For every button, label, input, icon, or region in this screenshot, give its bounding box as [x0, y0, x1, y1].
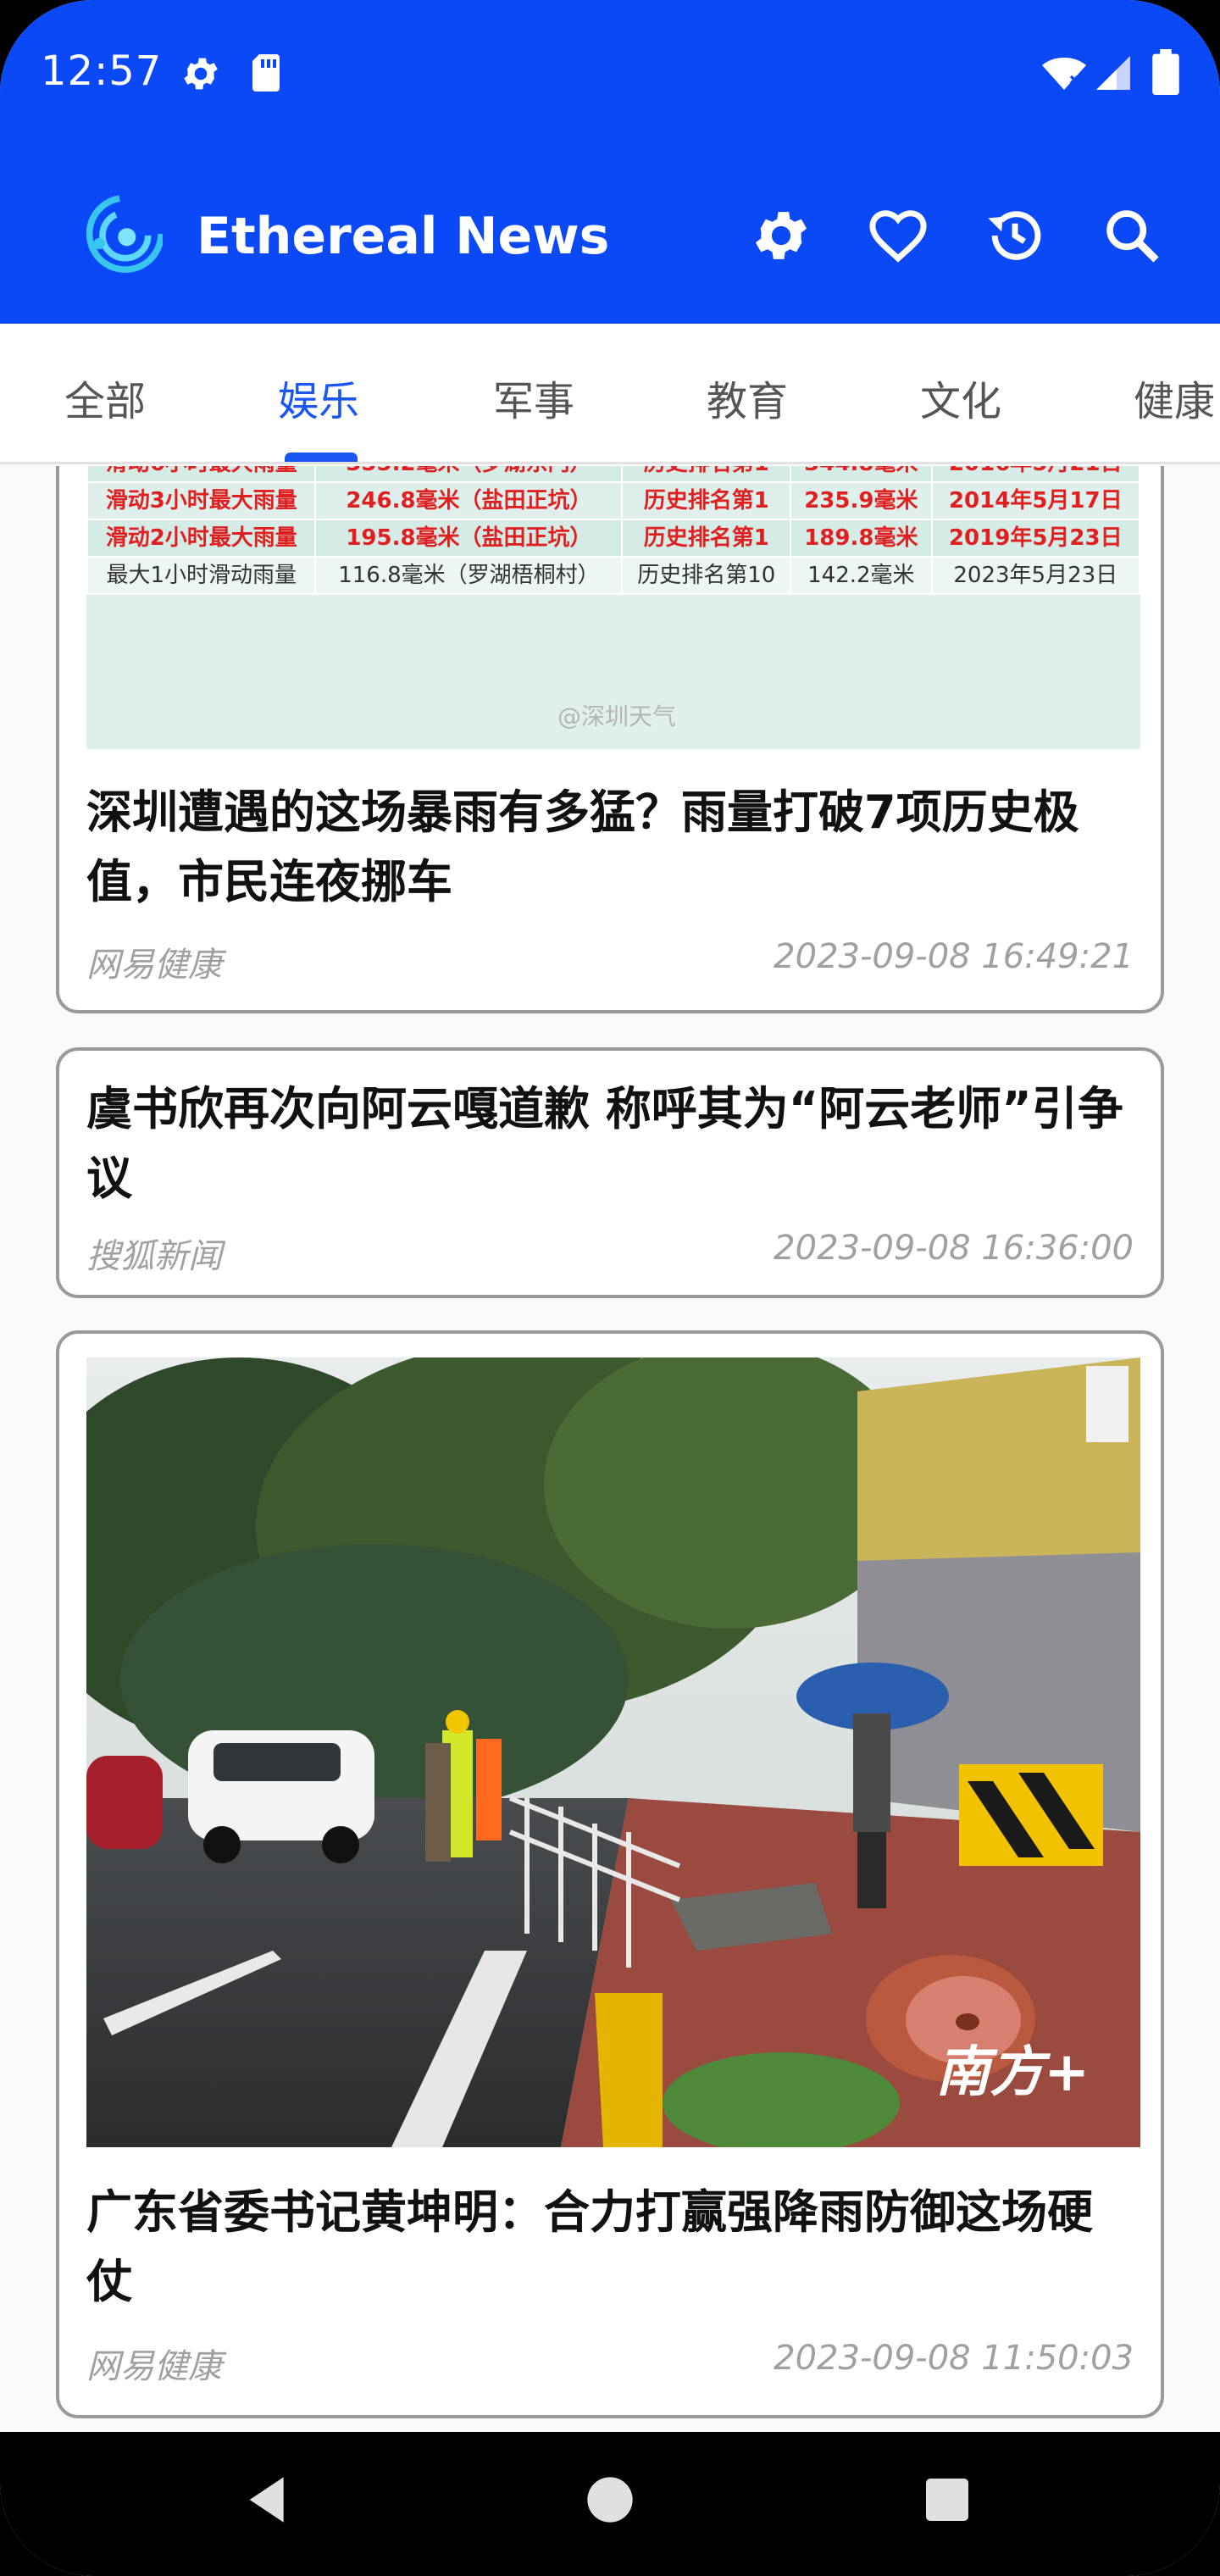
settings-icon[interactable] — [749, 203, 813, 268]
table-row: 滑动3小时最大雨量 246.8毫米（盐田正坑） 历史排名第1 235.9毫米 2… — [86, 481, 1140, 520]
category-tabs: 全部 娱乐 军事 教育 文化 健康 — [0, 324, 1220, 464]
table-cell: 189.8毫米 — [790, 519, 933, 558]
table-cell: 滑动6小时最大雨量 — [86, 466, 317, 483]
table-cell: 116.8毫米（罗湖梧桐村） — [314, 556, 624, 595]
cell-signal-icon — [1093, 53, 1134, 93]
news-card[interactable]: 虞书欣再次向阿云嘎道歉 称呼其为“阿云老师”引争议 搜狐新闻 2023-09-0… — [56, 1047, 1164, 1298]
table-cell: 2014年5月17日 — [930, 481, 1140, 520]
battery-icon — [1152, 49, 1179, 95]
table-cell: 235.9毫米 — [790, 481, 933, 520]
tab-all[interactable]: 全部 — [64, 368, 146, 427]
tab-education[interactable]: 教育 — [707, 368, 788, 427]
table-cell: 滑动3小时最大雨量 — [86, 481, 317, 520]
table-row: 滑动6小时最大雨量 355.2毫米（罗湖东门） 历史排名第1 344.8毫米 2… — [86, 466, 1140, 483]
tab-health[interactable]: 健康 — [1134, 368, 1215, 427]
table-row: 滑动2小时最大雨量 195.8毫米（盐田正坑） 历史排名第1 189.8毫米 2… — [86, 519, 1140, 558]
news-source: 网易健康 — [86, 946, 222, 985]
tab-entertainment[interactable]: 娱乐 — [278, 368, 359, 427]
image-watermark: @深圳天气 — [557, 702, 677, 730]
news-card[interactable]: 南方+ 广东省委书记黄坤明：合力打赢强降雨防御这场硬仗 网易健康 2023-09… — [56, 1330, 1164, 2418]
table-cell: 355.2毫米（罗湖东门） — [314, 466, 624, 483]
table-cell: 2019年5月23日 — [930, 519, 1140, 558]
table-cell: 142.2毫米 — [790, 556, 933, 595]
active-tab-indicator — [285, 452, 358, 462]
news-title[interactable]: 虞书欣再次向阿云嘎道歉 称呼其为“阿云老师”引争议 — [86, 1074, 1130, 1213]
tab-military[interactable]: 军事 — [493, 368, 574, 427]
search-icon[interactable] — [1100, 203, 1164, 268]
table-cell: 246.8毫米（盐田正坑） — [314, 481, 624, 520]
history-icon[interactable] — [983, 203, 1047, 268]
news-time: 2023-09-08 11:50:03 — [774, 2339, 1134, 2378]
recents-icon[interactable] — [913, 2466, 981, 2534]
phone-screen: 12:57 Ethereal News 全部 娱乐 军事 教育 文化 健康 滑动… — [0, 0, 1220, 2576]
tab-culture[interactable]: 文化 — [920, 368, 1001, 427]
table-cell: 195.8毫米（盐田正坑） — [314, 519, 624, 558]
favorite-icon[interactable] — [866, 203, 930, 268]
back-icon[interactable] — [236, 2466, 303, 2534]
photo-watermark: 南方+ — [935, 2041, 1090, 2104]
top-bar: 12:57 Ethereal News — [0, 0, 1220, 324]
table-cell: 2023年5月23日 — [930, 556, 1140, 595]
news-image-photo: 南方+ — [86, 1357, 1140, 2147]
rain-table: 滑动6小时最大雨量 355.2毫米（罗湖东门） 历史排名第1 344.8毫米 2… — [86, 466, 1140, 595]
app-title: Ethereal News — [197, 207, 610, 266]
gear-icon — [180, 53, 222, 95]
news-title[interactable]: 深圳遭遇的这场暴雨有多猛？雨量打破7项历史极值，市民连夜挪车 — [86, 778, 1130, 917]
table-cell: 344.8毫米 — [790, 466, 933, 483]
table-cell: 历史排名第1 — [621, 466, 792, 483]
home-icon[interactable] — [576, 2466, 644, 2534]
sd-card-icon — [249, 53, 283, 93]
table-cell: 历史排名第1 — [621, 519, 792, 558]
news-feed[interactable]: 滑动6小时最大雨量 355.2毫米（罗湖东门） 历史排名第1 344.8毫米 2… — [0, 466, 1220, 2432]
app-logo-icon — [81, 192, 164, 273]
news-time: 2023-09-08 16:49:21 — [774, 937, 1134, 976]
app-bar: Ethereal News — [0, 169, 1220, 305]
wifi-icon — [1040, 51, 1088, 95]
status-bar: 12:57 — [0, 0, 1220, 148]
table-cell: 最大1小时滑动雨量 — [86, 556, 317, 595]
table-cell: 2016年5月21日 — [930, 466, 1140, 483]
navigation-bar — [0, 2432, 1220, 2576]
news-card[interactable]: 滑动6小时最大雨量 355.2毫米（罗湖东门） 历史排名第1 344.8毫米 2… — [56, 466, 1164, 1013]
table-cell: 历史排名第10 — [621, 556, 792, 595]
news-image-rain-table: 滑动6小时最大雨量 355.2毫米（罗湖东门） 历史排名第1 344.8毫米 2… — [86, 466, 1140, 749]
table-row: 最大1小时滑动雨量 116.8毫米（罗湖梧桐村） 历史排名第10 142.2毫米… — [86, 556, 1140, 595]
table-cell: 历史排名第1 — [621, 481, 792, 520]
status-time: 12:57 — [41, 47, 163, 95]
news-source: 网易健康 — [86, 2347, 222, 2386]
news-time: 2023-09-08 16:36:00 — [774, 1229, 1134, 1268]
table-cell: 滑动2小时最大雨量 — [86, 519, 317, 558]
news-title[interactable]: 广东省委书记黄坤明：合力打赢强降雨防御这场硬仗 — [86, 2178, 1130, 2317]
news-source: 搜狐新闻 — [86, 1237, 222, 1276]
